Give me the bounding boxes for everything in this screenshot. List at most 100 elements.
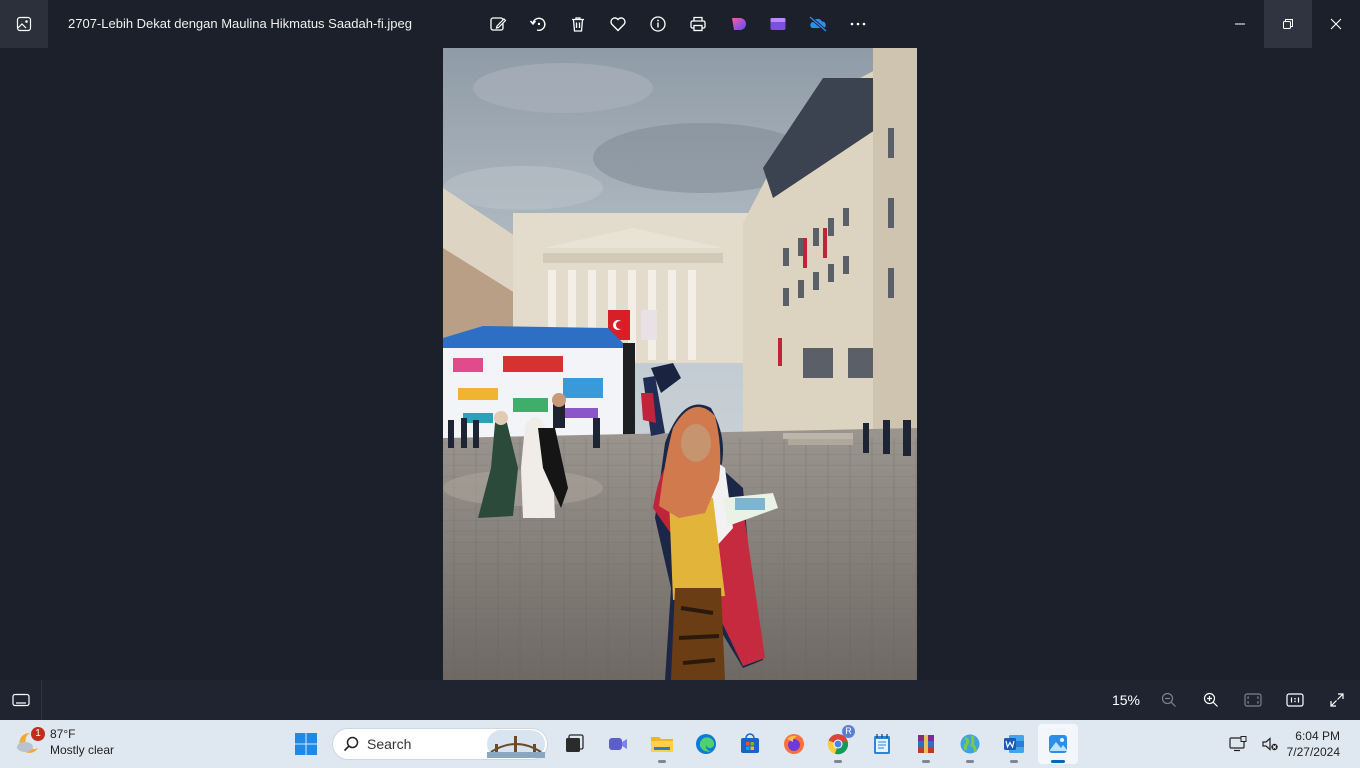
restore-icon — [1283, 19, 1293, 29]
weather-icon-wrap: 1 — [14, 727, 45, 756]
winrar-icon — [918, 735, 934, 753]
designer-icon — [732, 18, 746, 30]
firefox-button[interactable] — [774, 724, 814, 764]
network-monitor-icon — [1229, 736, 1247, 752]
actual-size-icon — [1286, 693, 1304, 707]
running-indicator — [922, 760, 930, 763]
start-button[interactable] — [286, 724, 326, 764]
printer-icon — [690, 16, 706, 32]
file-info-button[interactable] — [638, 4, 678, 44]
displayed-photo — [443, 48, 917, 680]
minimize-icon — [1235, 23, 1245, 25]
edge-button[interactable] — [686, 724, 726, 764]
minimize-button[interactable] — [1216, 0, 1264, 48]
close-icon — [1330, 18, 1342, 30]
video-chat-icon — [609, 738, 627, 750]
close-button[interactable] — [1312, 0, 1360, 48]
filmstrip-icon — [11, 693, 30, 707]
maps-button[interactable] — [950, 724, 990, 764]
running-indicator — [658, 760, 666, 763]
trash-icon — [572, 17, 584, 32]
file-explorer-button[interactable] — [642, 724, 682, 764]
full-screen-button[interactable] — [1316, 680, 1358, 720]
zoom-out-icon — [1161, 692, 1176, 707]
windows-logo-icon — [295, 733, 317, 755]
chrome-button[interactable]: R — [818, 724, 858, 764]
clipchamp-button[interactable] — [758, 4, 798, 44]
print-button[interactable] — [678, 4, 718, 44]
task-view-icon — [566, 734, 584, 752]
fit-window-icon — [1244, 693, 1262, 707]
photos-taskbar-button[interactable] — [1038, 724, 1078, 764]
running-indicator — [1010, 760, 1018, 763]
search-highlight-illustration — [487, 730, 545, 758]
rotate-icon — [529, 17, 546, 31]
store-icon — [741, 733, 759, 753]
volume-muted-icon — [1262, 737, 1278, 751]
favorite-button[interactable] — [598, 4, 638, 44]
expand-icon — [1330, 693, 1344, 707]
chrome-profile-badge: R — [842, 725, 855, 738]
photos-app-icon[interactable] — [0, 0, 48, 48]
weather-text: 87°F Mostly clear — [50, 726, 114, 758]
microsoft-store-button[interactable] — [730, 724, 770, 764]
status-bar: 15% — [0, 680, 1360, 720]
fit-to-window-button[interactable] — [1232, 680, 1274, 720]
task-view-button[interactable] — [554, 724, 594, 764]
onedrive-button[interactable] — [798, 4, 838, 44]
taskbar-apps: Search R — [284, 724, 1080, 764]
windows-taskbar: 1 87°F Mostly clear Search R 6:04 PM 7/2… — [0, 720, 1360, 768]
delete-button[interactable] — [558, 4, 598, 44]
folder-icon — [651, 737, 673, 752]
clock-date: 7/27/2024 — [1286, 745, 1340, 759]
graduation-photo — [443, 48, 917, 680]
system-tray — [1222, 728, 1286, 760]
running-indicator — [834, 760, 842, 763]
window-title: 2707-Lebih Dekat dengan Maulina Hikmatus… — [68, 16, 412, 31]
system-clock[interactable]: 6:04 PM 7/27/2024 — [1287, 728, 1340, 760]
network-status-button[interactable] — [1224, 728, 1252, 760]
edge-icon — [696, 734, 716, 754]
restore-button[interactable] — [1264, 0, 1312, 48]
window-controls — [1216, 0, 1360, 48]
notepad-icon — [874, 734, 890, 754]
title-bar: 2707-Lebih Dekat dengan Maulina Hikmatus… — [0, 0, 1360, 48]
weather-condition: Mostly clear — [50, 743, 115, 757]
weather-widget[interactable]: 1 87°F Mostly clear — [14, 726, 114, 758]
rotate-button[interactable] — [518, 4, 558, 44]
weather-alert-badge: 1 — [31, 727, 45, 741]
zoom-in-icon — [1203, 692, 1218, 707]
weather-temperature: 87°F — [50, 727, 76, 741]
winrar-button[interactable] — [906, 724, 946, 764]
edit-image-button[interactable] — [478, 4, 518, 44]
zoom-in-button[interactable] — [1190, 680, 1232, 720]
edit-image-icon — [490, 17, 507, 31]
image-viewport[interactable] — [0, 48, 1360, 680]
word-button[interactable] — [994, 724, 1034, 764]
running-indicator — [966, 760, 974, 763]
zoom-level[interactable]: 15% — [1104, 692, 1148, 708]
word-icon — [1004, 735, 1024, 753]
filmstrip-toggle-button[interactable] — [0, 680, 42, 720]
more-options-button[interactable] — [838, 4, 878, 44]
firefox-icon — [784, 734, 804, 754]
info-icon — [650, 16, 666, 32]
clock-time: 6:04 PM — [1295, 729, 1340, 743]
designer-button[interactable] — [718, 4, 758, 44]
image-icon — [16, 16, 32, 32]
teams-chat-button[interactable] — [598, 724, 638, 764]
heart-icon — [610, 17, 626, 32]
volume-button[interactable] — [1256, 728, 1284, 760]
actual-size-button[interactable] — [1274, 680, 1316, 720]
active-indicator — [1051, 760, 1065, 763]
onedrive-off-icon — [809, 15, 827, 33]
clipchamp-icon — [770, 18, 786, 30]
photos-app-window: 2707-Lebih Dekat dengan Maulina Hikmatus… — [0, 0, 1360, 720]
taskbar-search-box[interactable]: Search — [332, 728, 548, 760]
more-icon — [850, 22, 866, 26]
zoom-out-button[interactable] — [1148, 680, 1190, 720]
notepad-button[interactable] — [862, 724, 902, 764]
search-placeholder: Search — [367, 736, 412, 752]
photos-icon — [1049, 735, 1067, 753]
zoom-controls — [1148, 680, 1358, 720]
